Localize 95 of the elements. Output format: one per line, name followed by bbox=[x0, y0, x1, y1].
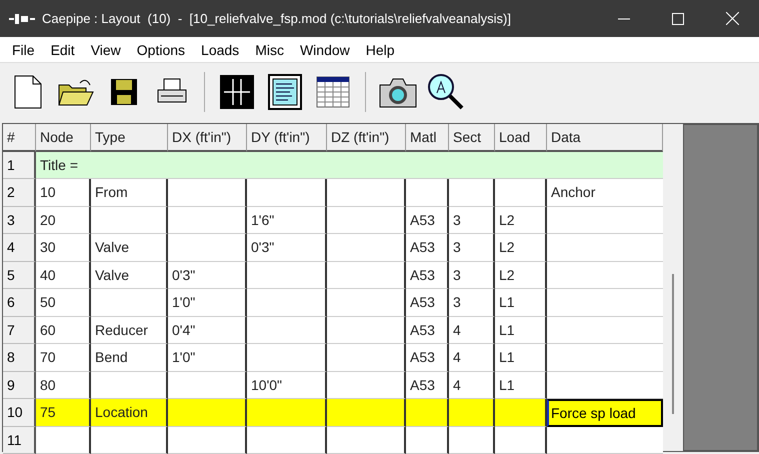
row-number[interactable]: 6 bbox=[3, 289, 36, 316]
table-cell: 4 bbox=[449, 316, 495, 344]
window-title: Caepipe : Layout (10) - [10_reliefvalve_fsp.mod (c:\tutorials\reliefvalveanalysis)] bbox=[42, 11, 511, 26]
table-cell: 60 bbox=[36, 316, 91, 344]
document-icon[interactable] bbox=[268, 74, 302, 110]
table-cell: Valve bbox=[91, 234, 168, 262]
table-cell: L2 bbox=[495, 206, 547, 234]
table-cell bbox=[449, 179, 495, 206]
column-header[interactable]: DX (ft'in") bbox=[168, 124, 247, 152]
table-cell: Valve bbox=[91, 262, 168, 289]
table-cell: A53 bbox=[406, 289, 449, 316]
table-cell bbox=[449, 399, 495, 426]
table-cell: 80 bbox=[36, 372, 91, 399]
menu-item[interactable]: File bbox=[4, 42, 43, 58]
column-header[interactable]: Type bbox=[91, 124, 168, 152]
column-header[interactable]: Data bbox=[547, 124, 663, 152]
table-cell: 4 bbox=[449, 344, 495, 372]
column-header[interactable]: DZ (ft'in") bbox=[327, 124, 406, 152]
column-header[interactable]: DY (ft'in") bbox=[247, 124, 327, 152]
column-header[interactable]: Matl bbox=[406, 124, 449, 152]
table-cell: 3 bbox=[449, 234, 495, 262]
menu-item[interactable]: Help bbox=[358, 42, 403, 58]
table-cell bbox=[449, 426, 495, 454]
table-cell: 3 bbox=[449, 289, 495, 316]
table-cell: L2 bbox=[495, 262, 547, 289]
menu-item[interactable]: Misc bbox=[247, 42, 292, 58]
table-cell: L1 bbox=[495, 372, 547, 399]
table-cell: Title = bbox=[36, 152, 663, 179]
table-cell: Bend bbox=[91, 344, 168, 372]
blank-page-icon[interactable] bbox=[14, 74, 42, 108]
table-cell: 0'3" bbox=[168, 262, 247, 289]
menu-item[interactable]: Options bbox=[128, 42, 194, 58]
row-number[interactable]: 5 bbox=[3, 262, 36, 289]
table-cell: L1 bbox=[495, 316, 547, 344]
row-number[interactable]: 7 bbox=[3, 316, 36, 344]
table-cell: A53 bbox=[406, 372, 449, 399]
table-cell: 10'0" bbox=[247, 372, 327, 399]
table-cell bbox=[495, 179, 547, 206]
table-cell: A53 bbox=[406, 344, 449, 372]
table-cell bbox=[406, 426, 449, 454]
row-number[interactable]: 2 bbox=[3, 179, 36, 206]
table-cell: 10 bbox=[36, 179, 91, 206]
app-icon bbox=[8, 12, 36, 26]
table-cell: 30 bbox=[36, 234, 91, 262]
table-cell: L1 bbox=[495, 289, 547, 316]
column-header[interactable]: # bbox=[3, 124, 36, 152]
maximize-icon[interactable] bbox=[672, 12, 684, 24]
table-cell: 4 bbox=[449, 372, 495, 399]
menu-item[interactable]: View bbox=[82, 42, 129, 58]
menu-item[interactable]: Loads bbox=[193, 42, 248, 58]
table-cell bbox=[406, 399, 449, 426]
column-header[interactable]: Sect bbox=[449, 124, 495, 152]
table-cell bbox=[406, 179, 449, 206]
table-cell: A53 bbox=[406, 262, 449, 289]
table-cell bbox=[495, 399, 547, 426]
table-cell: 0'3" bbox=[247, 234, 327, 262]
crosshair-icon[interactable] bbox=[220, 74, 254, 108]
table-cell: A53 bbox=[406, 206, 449, 234]
scrollbar[interactable] bbox=[663, 124, 683, 451]
close-icon[interactable] bbox=[726, 12, 738, 25]
table-cell: A53 bbox=[406, 234, 449, 262]
table-cell: L2 bbox=[495, 234, 547, 262]
search-icon[interactable] bbox=[427, 72, 465, 110]
table-cell: L1 bbox=[495, 344, 547, 372]
row-number[interactable]: 11 bbox=[3, 426, 36, 454]
table-cell: 20 bbox=[36, 206, 91, 234]
input-field[interactable]: Force sp load bbox=[547, 399, 663, 426]
table-cell: 1'0" bbox=[168, 289, 247, 316]
table-icon[interactable] bbox=[316, 76, 350, 108]
row-number[interactable]: 1 bbox=[3, 152, 36, 179]
table-cell: A53 bbox=[406, 316, 449, 344]
table-cell: 1'0" bbox=[168, 344, 247, 372]
column-header[interactable]: Node bbox=[36, 124, 91, 152]
table-cell: 75 bbox=[36, 399, 91, 426]
table-cell: 0'4" bbox=[168, 316, 247, 344]
menu-item[interactable]: Window bbox=[292, 42, 358, 58]
table-cell: 3 bbox=[449, 206, 495, 234]
table-cell: 1'6" bbox=[247, 206, 327, 234]
table-cell: Reducer bbox=[91, 316, 168, 344]
printer-icon[interactable] bbox=[156, 78, 188, 106]
row-number[interactable]: 8 bbox=[3, 344, 36, 372]
table-cell bbox=[495, 426, 547, 454]
table-cell: 40 bbox=[36, 262, 91, 289]
minimize-icon[interactable] bbox=[618, 18, 630, 20]
table-cell: Location bbox=[91, 399, 168, 426]
table-cell: 3 bbox=[449, 262, 495, 289]
column-header[interactable]: Load bbox=[495, 124, 547, 152]
row-number[interactable]: 10 bbox=[3, 399, 36, 426]
row-number[interactable]: 9 bbox=[3, 372, 36, 399]
menu-item[interactable]: Edit bbox=[42, 42, 83, 58]
row-number[interactable]: 3 bbox=[3, 206, 36, 234]
row-number[interactable]: 4 bbox=[3, 234, 36, 262]
table-cell: 50 bbox=[36, 289, 91, 316]
table-cell: From bbox=[91, 179, 168, 206]
table-cell: 70 bbox=[36, 344, 91, 372]
